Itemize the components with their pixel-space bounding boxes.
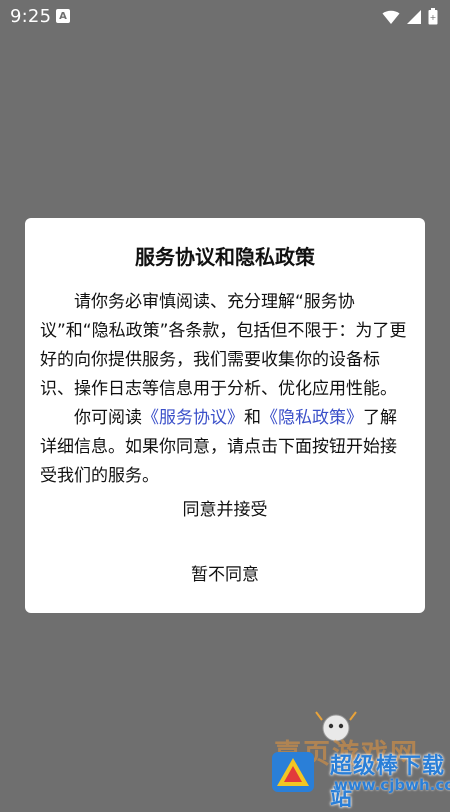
decline-button[interactable]: 暂不同意 — [25, 560, 425, 585]
status-time: 9:25 — [10, 6, 52, 27]
dialog-paragraph-1: 请你务必审慎阅读、充分理解“服务协议”和“隐私政策”各条款，包括但不限于：为了更… — [40, 292, 407, 399]
privacy-dialog: 服务协议和隐私政策 请你务必审慎阅读、充分理解“服务协议”和“隐私政策”各条款，… — [25, 218, 425, 613]
dialog-body: 请你务必审慎阅读、充分理解“服务协议”和“隐私政策”各条款，包括但不限于：为了更… — [40, 288, 412, 491]
svg-text:+: + — [430, 13, 437, 22]
paragraph-2-and: 和 — [244, 408, 261, 428]
dialog-paragraph-2: 你可阅读《服务协议》和《隐私政策》了解详细信息。如果你同意，请点击下面按钮开始接… — [40, 404, 412, 491]
accept-button[interactable]: 同意并接受 — [25, 495, 425, 520]
service-agreement-link[interactable]: 《服务协议》 — [142, 408, 244, 428]
notification-a-icon: A — [56, 9, 70, 23]
watermark-logo-icon — [272, 752, 314, 792]
dialog-title: 服务协议和隐私政策 — [135, 245, 315, 269]
paragraph-2-prefix: 你可阅读 — [74, 408, 142, 428]
cellular-signal-icon — [407, 9, 421, 24]
system-icons: + — [382, 8, 438, 25]
watermark: 嘉页游戏网 超级棒下载站 www.cjbwh.com — [268, 700, 450, 811]
watermark-url-text: www.cjbwh.com — [334, 776, 450, 794]
battery-icon: + — [428, 8, 438, 25]
status-bar: 9:25 A + — [0, 0, 450, 34]
wifi-icon — [382, 10, 400, 24]
privacy-policy-link[interactable]: 《隐私政策》 — [261, 408, 363, 428]
